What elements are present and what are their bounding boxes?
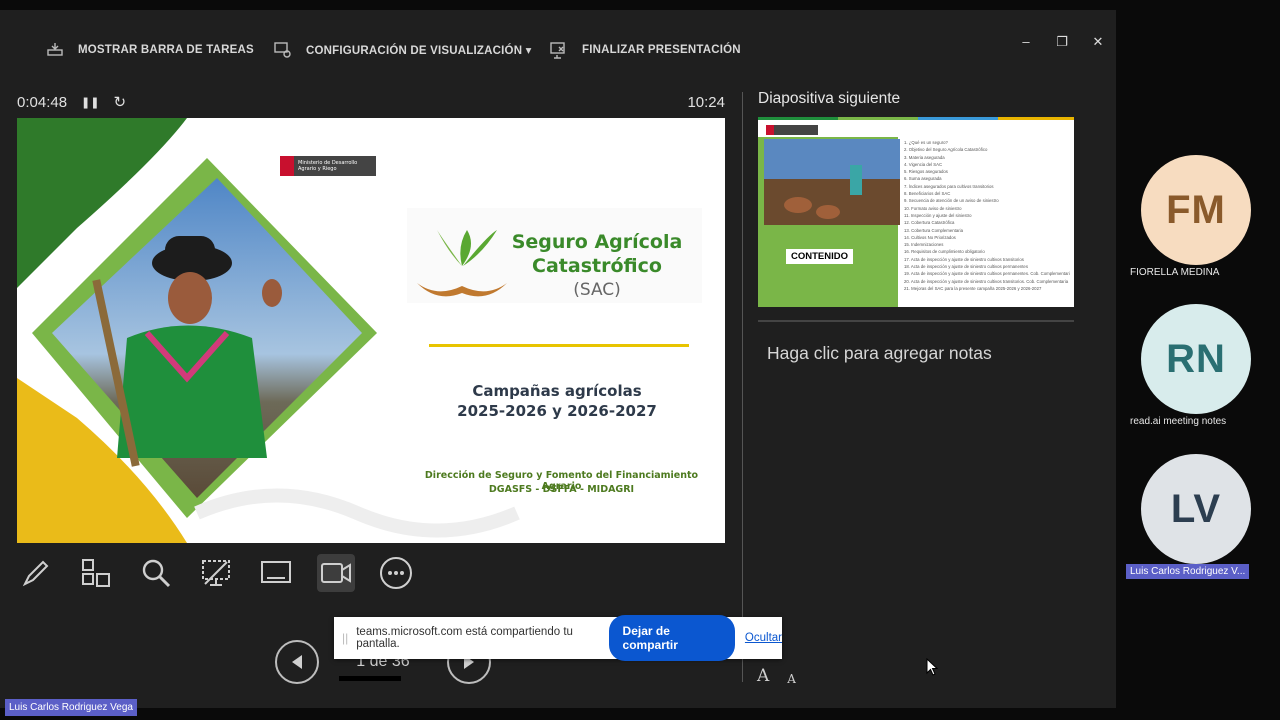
- end-slideshow-icon: [550, 42, 565, 59]
- self-view-label: Luis Carlos Rodriguez Vega: [5, 699, 137, 716]
- toc-item: 17. Acta de inspección y ajuste de sinie…: [904, 256, 1024, 262]
- toc-item: 7. Índices asegurados para cultivos tran…: [904, 183, 994, 189]
- elapsed-timer: 0:04:48: [17, 93, 68, 111]
- presenter-view: MOSTRAR BARRA DE TAREAS CONFIGURACIÓN DE…: [0, 10, 1116, 708]
- see-all-slides-button[interactable]: [77, 554, 115, 592]
- participant-name: read.ai meeting notes: [1130, 416, 1227, 427]
- slide-counter-bar: [339, 676, 401, 681]
- current-time: 10:24: [687, 93, 725, 111]
- toc-item: 16. Requisitos de cumplimiento obligator…: [904, 249, 985, 255]
- participant-name: FIORELLA MEDINA: [1130, 267, 1220, 278]
- toc-item: 6. Suma asegurada: [904, 176, 942, 182]
- display-settings-button[interactable]: CONFIGURACIÓN DE VISUALIZACIÓN ▾: [274, 30, 532, 70]
- toc-item: 13. Cobertura Complementaria: [904, 227, 963, 233]
- toc-item: 18. Acta de inspección y ajuste de sinie…: [904, 264, 1028, 270]
- presenter-tools: [17, 553, 415, 593]
- show-taskbar-label: MOSTRAR BARRA DE TAREAS: [78, 44, 254, 56]
- slide-title-line2: Catastrófico: [532, 255, 662, 277]
- stop-sharing-button[interactable]: Dejar de compartir: [608, 615, 735, 661]
- slide-footer-line2: DGASFS - DSFFA - MIDAGRI: [488, 484, 635, 495]
- notes-divider[interactable]: [758, 320, 1074, 322]
- zoom-button[interactable]: [137, 554, 175, 592]
- pause-icon[interactable]: ❚❚: [81, 96, 99, 109]
- previous-slide-button[interactable]: [275, 640, 319, 684]
- magnifier-icon: [142, 559, 171, 588]
- pen-tool-button[interactable]: [17, 554, 55, 592]
- screen-icon: [261, 561, 291, 583]
- toc-item: 20. Acta de inspección y ajuste de sinie…: [904, 278, 1069, 284]
- ministry-logo-text: Ministerio de Desarrollo Agrario y Riego: [298, 160, 358, 172]
- slide-title-line1: Seguro Agrícola: [511, 231, 683, 253]
- toc-item: 8. Beneficiarios del SAC: [904, 191, 951, 197]
- toc-item: 21. Mejoras del SAC para la presente cam…: [904, 285, 1042, 291]
- black-screen-button[interactable]: [197, 554, 235, 592]
- screen-slash-icon: [202, 560, 230, 586]
- presenter-toolbar: MOSTRAR BARRA DE TAREAS CONFIGURACIÓN DE…: [0, 30, 1116, 70]
- subtitles-button[interactable]: [257, 554, 295, 592]
- pane-divider[interactable]: [742, 92, 743, 682]
- avatar: FM: [1141, 155, 1251, 265]
- share-message: teams.microsoft.com está compartiendo tu…: [356, 626, 573, 650]
- slide-campaign-line1: Campañas agrícolas: [472, 382, 642, 400]
- toc-item: 15. Indemnizaciones: [904, 242, 944, 248]
- toc-item: 3. Materia asegurada: [904, 154, 945, 160]
- grid-icon: [82, 559, 110, 587]
- drag-handle-icon[interactable]: ||: [342, 631, 348, 645]
- toc-item: 4. Vigencia del SAC: [904, 161, 943, 167]
- avatar: LV: [1141, 454, 1251, 564]
- ellipsis-icon: [380, 557, 412, 589]
- monitor-gear-icon: [274, 42, 291, 58]
- contents-tag: CONTENIDO: [786, 249, 853, 264]
- restore-button[interactable]: ❐: [1052, 34, 1072, 50]
- increase-font-button[interactable]: A: [757, 666, 769, 686]
- toc-item: 2. Objetivo del Seguro Agrícola Catastró…: [904, 147, 988, 153]
- toc-item: 19. Acta de inspección y ajuste de sinie…: [904, 271, 1070, 277]
- font-size-controls: A A: [757, 666, 796, 686]
- taskbar-icon: [47, 43, 63, 56]
- toc-item: 9. Secuencia de atención de un aviso de …: [904, 198, 999, 204]
- timer-row: 0:04:48 ❚❚ ↻ 10:24: [17, 90, 725, 114]
- toc-item: 12. Cobertura Catastrófica: [904, 220, 955, 226]
- toc-item: 5. Riesgos asegurados: [904, 169, 948, 175]
- reset-timer-icon[interactable]: ↻: [113, 93, 126, 111]
- show-taskbar-button[interactable]: MOSTRAR BARRA DE TAREAS: [46, 30, 254, 70]
- toc-item: 11. Inspección y ajuste del siniestro: [904, 212, 972, 218]
- speaker-notes[interactable]: Haga clic para agregar notas: [767, 343, 992, 364]
- screen-share-bar: || teams.microsoft.com está compartiendo…: [334, 615, 782, 661]
- end-show-button[interactable]: FINALIZAR PRESENTACIÓN: [550, 30, 741, 70]
- toc-item: 14. Cultivos No Priorizados: [904, 234, 956, 240]
- participant-name: Luis Carlos Rodriguez V...: [1126, 564, 1250, 579]
- toc-item: 1. ¿Qué es un seguro?: [904, 140, 948, 145]
- close-button[interactable]: ✕: [1088, 34, 1108, 50]
- mouse-cursor-icon: [926, 658, 938, 676]
- triangle-left-icon: [292, 655, 302, 669]
- hide-link[interactable]: Ocultar: [745, 632, 782, 644]
- avatar: RN: [1141, 304, 1251, 414]
- next-slide-preview[interactable]: CONTENIDO 1. ¿Qué es un seguro? 2. Objeti…: [758, 117, 1074, 307]
- next-slide-label: Diapositiva siguiente: [758, 90, 901, 107]
- camera-icon: [321, 563, 351, 583]
- toc-item: 10. Formato aviso de siniestro: [904, 205, 962, 211]
- decrease-font-button[interactable]: A: [787, 672, 796, 686]
- camera-toggle-button[interactable]: [317, 554, 355, 592]
- slide-campaign-line2: 2025-2026 y 2026-2027: [457, 402, 657, 420]
- next-slide-toc: 1. ¿Qué es un seguro? 2. Objetivo del Seg…: [904, 139, 1070, 292]
- display-settings-label: CONFIGURACIÓN DE VISUALIZACIÓN ▾: [306, 45, 532, 57]
- more-options-button[interactable]: [377, 554, 415, 592]
- pen-icon: [22, 560, 49, 587]
- slide-title-line3: (SAC): [573, 280, 621, 300]
- end-show-label: FINALIZAR PRESENTACIÓN: [582, 44, 741, 56]
- minimize-button[interactable]: –: [1016, 34, 1036, 49]
- current-slide[interactable]: Ministerio de Desarrollo Agrario y Riego…: [17, 118, 725, 543]
